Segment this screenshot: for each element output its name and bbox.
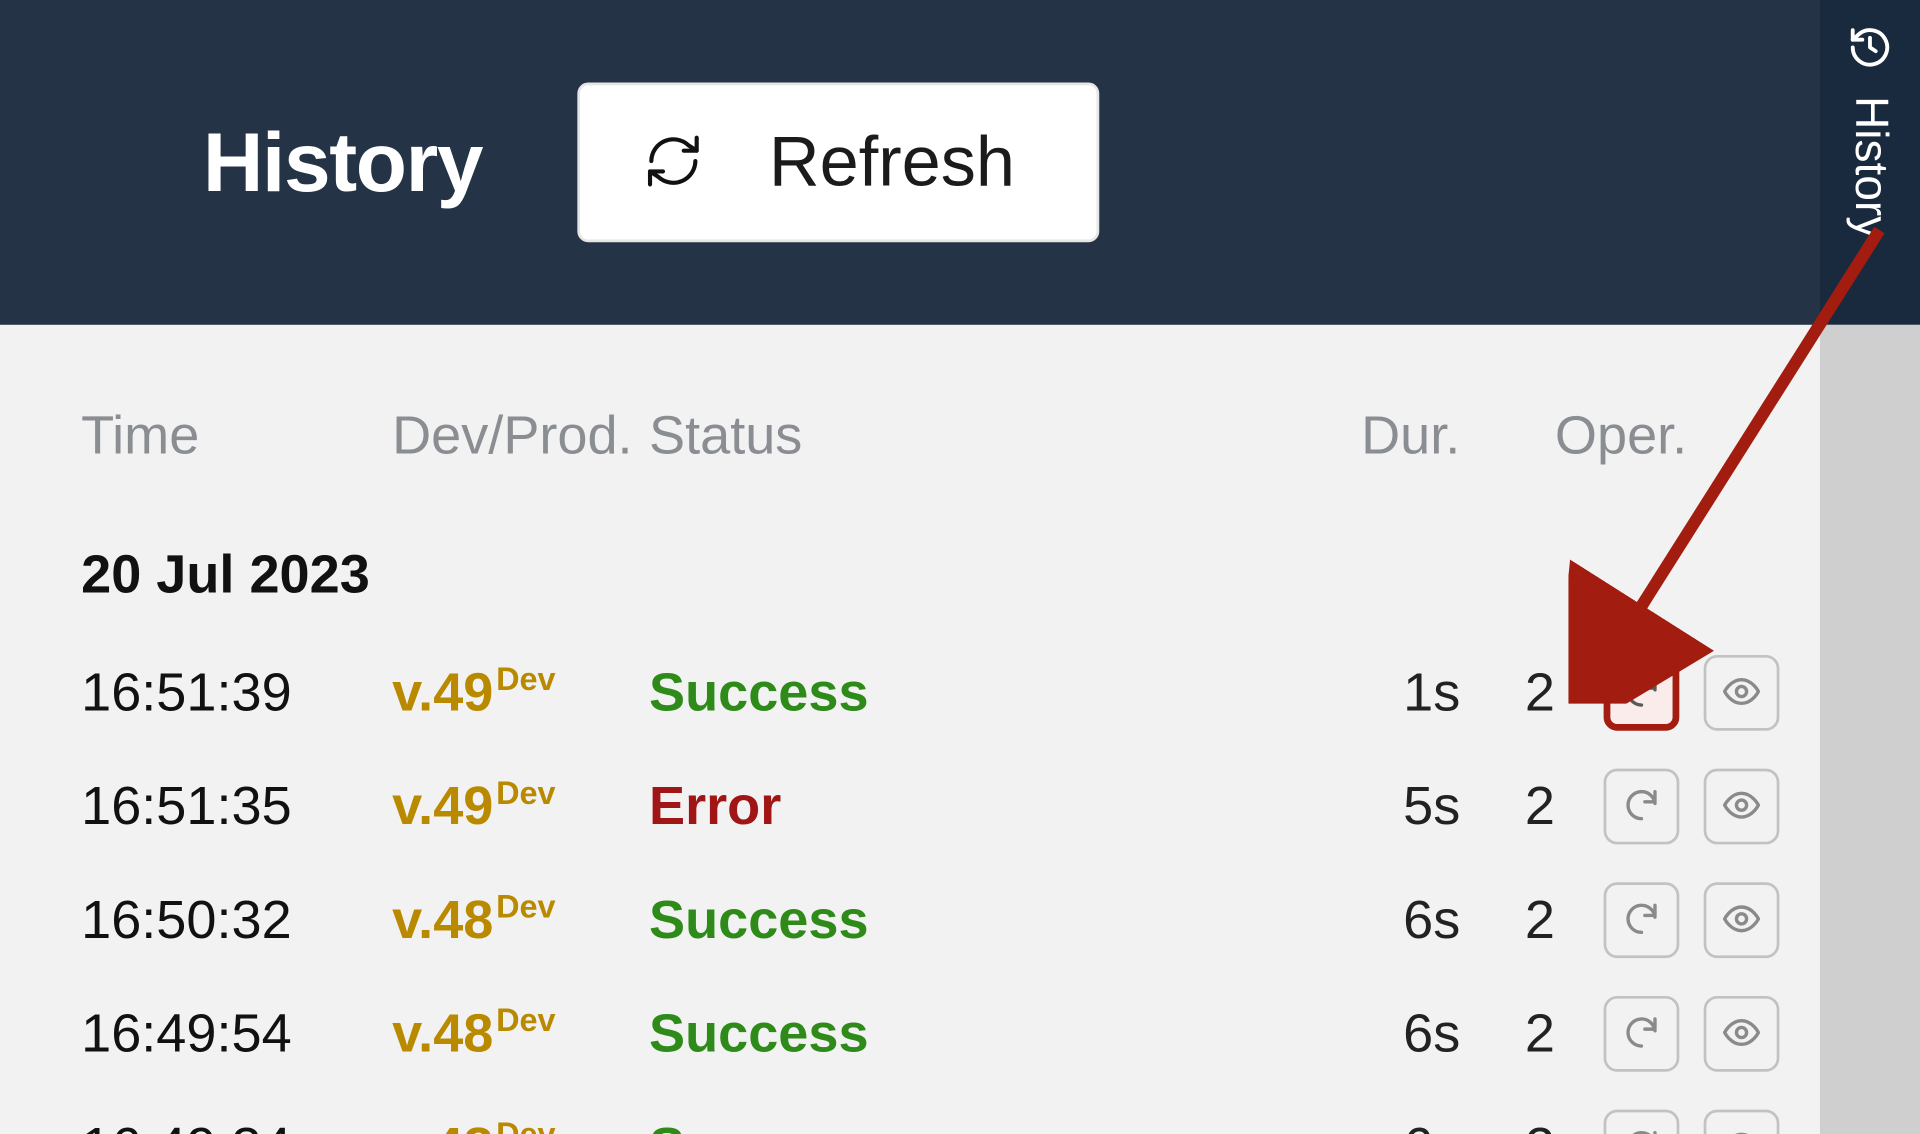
cell-duration: 1s <box>1136 643 1461 742</box>
rerun-button[interactable] <box>1604 769 1680 845</box>
history-header: History Refresh <box>0 0 1920 325</box>
view-button[interactable] <box>1704 769 1780 845</box>
refresh-button[interactable]: Refresh <box>577 83 1099 243</box>
rerun-button[interactable] <box>1604 996 1680 1072</box>
eye-icon <box>1721 784 1762 829</box>
spacer <box>1460 436 1555 477</box>
spacer <box>974 1129 1136 1134</box>
cell-version: v.49Dev <box>392 643 649 742</box>
page-title: History <box>203 114 482 210</box>
cell-operations <box>1555 1091 1779 1134</box>
cell-operations <box>1555 863 1779 977</box>
rerun-icon <box>1621 1012 1662 1057</box>
view-button[interactable] <box>1704 655 1780 731</box>
cell-version: v.49Dev <box>392 757 649 856</box>
cell-status: Success <box>649 984 974 1083</box>
rerun-icon <box>1621 671 1662 716</box>
col-header-status: Status <box>649 406 974 507</box>
cell-time: 16:51:39 <box>81 643 392 742</box>
cell-oper-count: 2 <box>1460 1098 1555 1134</box>
spacer <box>974 901 1136 939</box>
rerun-button[interactable] <box>1604 882 1680 958</box>
rerun-icon <box>1621 898 1662 943</box>
rerun-icon <box>1621 1125 1662 1134</box>
eye-icon <box>1721 898 1762 943</box>
cell-oper-count: 2 <box>1460 757 1555 856</box>
cell-oper-count: 2 <box>1460 643 1555 742</box>
view-button[interactable] <box>1704 996 1780 1072</box>
cell-duration: 6s <box>1136 1098 1461 1134</box>
cell-version: v.48Dev <box>392 1098 649 1134</box>
side-tab-history[interactable]: History <box>1820 0 1920 325</box>
cell-time: 16:49:54 <box>81 984 392 1083</box>
eye-icon <box>1721 1012 1762 1057</box>
cell-version: v.48Dev <box>392 984 649 1083</box>
col-header-devprod: Dev/Prod. <box>392 406 649 507</box>
cell-duration: 6s <box>1136 871 1461 970</box>
cell-duration: 6s <box>1136 984 1461 1083</box>
cell-status: Success <box>649 1098 974 1134</box>
cell-operations <box>1555 750 1779 864</box>
date-group: 20 Jul 2023 <box>81 507 1779 636</box>
rerun-button[interactable] <box>1604 655 1680 731</box>
cell-version: v.48Dev <box>392 871 649 970</box>
history-content: Time Dev/Prod. Status Dur. Oper. 20 Jul … <box>0 325 1820 1134</box>
col-header-time: Time <box>81 406 392 507</box>
refresh-button-label: Refresh <box>769 122 1015 203</box>
cell-status: Success <box>649 643 974 742</box>
cell-time: 16:49:34 <box>81 1098 392 1134</box>
cell-oper-count: 2 <box>1460 984 1555 1083</box>
side-tab-label: History <box>1844 96 1897 239</box>
spacer <box>974 1015 1136 1053</box>
rerun-icon <box>1621 784 1662 829</box>
cell-time: 16:51:35 <box>81 757 392 856</box>
cell-operations <box>1555 636 1779 750</box>
rerun-button[interactable] <box>1604 1110 1680 1134</box>
spacer <box>974 436 1136 477</box>
cell-status: Success <box>649 871 974 970</box>
history-icon <box>1847 24 1893 77</box>
col-header-oper: Oper. <box>1555 406 1779 507</box>
scrollbar-gutter[interactable] <box>1820 325 1920 1134</box>
cell-operations <box>1555 977 1779 1091</box>
col-header-duration: Dur. <box>1136 406 1461 507</box>
eye-icon <box>1721 1125 1762 1134</box>
cell-oper-count: 2 <box>1460 871 1555 970</box>
cell-status: Error <box>649 757 974 856</box>
spacer <box>974 674 1136 712</box>
spacer <box>974 788 1136 826</box>
view-button[interactable] <box>1704 882 1780 958</box>
cell-duration: 5s <box>1136 757 1461 856</box>
cell-time: 16:50:32 <box>81 871 392 970</box>
view-button[interactable] <box>1704 1110 1780 1134</box>
refresh-icon <box>642 129 704 195</box>
eye-icon <box>1721 671 1762 716</box>
